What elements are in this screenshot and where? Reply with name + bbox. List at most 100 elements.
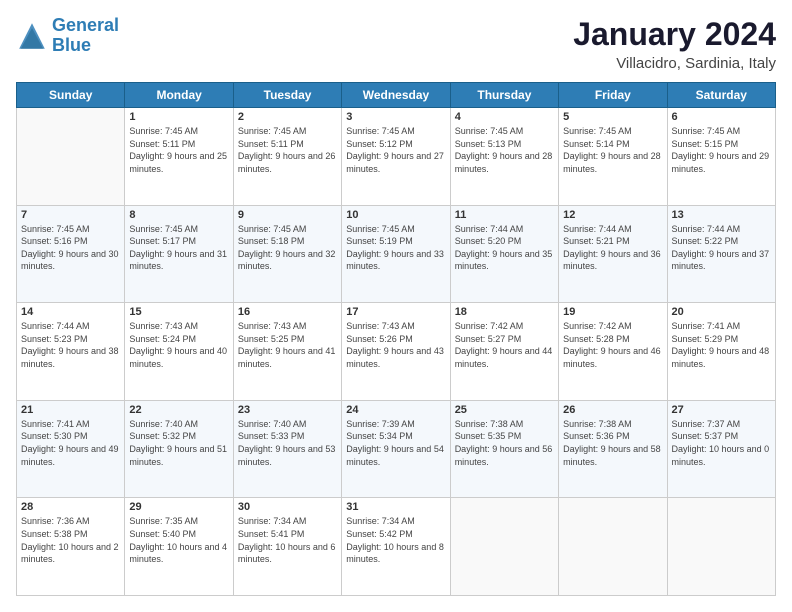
logo-line2: Blue — [52, 35, 91, 55]
day-info: Sunrise: 7:44 AMSunset: 5:20 PMDaylight:… — [455, 223, 554, 273]
day-info: Sunrise: 7:44 AMSunset: 5:23 PMDaylight:… — [21, 320, 120, 370]
day-info: Sunrise: 7:45 AMSunset: 5:16 PMDaylight:… — [21, 223, 120, 273]
calendar-day-cell: 10 Sunrise: 7:45 AMSunset: 5:19 PMDayligh… — [342, 205, 450, 303]
day-number: 17 — [346, 306, 445, 318]
calendar-day-cell — [559, 498, 667, 596]
page: General Blue January 2024 Villacidro, Sa… — [0, 0, 792, 612]
calendar-day-cell: 17 Sunrise: 7:43 AMSunset: 5:26 PMDayligh… — [342, 303, 450, 401]
day-number: 8 — [129, 209, 228, 221]
day-info: Sunrise: 7:41 AMSunset: 5:30 PMDaylight:… — [21, 418, 120, 468]
day-number: 2 — [238, 111, 337, 123]
calendar-day-cell: 6Sunrise: 7:45 AMSunset: 5:15 PMDaylight… — [667, 108, 775, 206]
calendar-day-cell: 18Sunrise: 7:42 AMSunset: 5:27 PMDayligh… — [450, 303, 558, 401]
logo-icon — [16, 20, 48, 52]
calendar-day-header: Sunday — [17, 83, 125, 108]
day-info: Sunrise: 7:35 AMSunset: 5:40 PMDaylight:… — [129, 515, 228, 565]
calendar-day-cell: 27 Sunrise: 7:37 AMSunset: 5:37 PMDayligh… — [667, 400, 775, 498]
day-info: Sunrise: 7:34 AMSunset: 5:41 PMDaylight:… — [238, 515, 337, 565]
calendar-day-cell: 12Sunrise: 7:44 AMSunset: 5:21 PMDayligh… — [559, 205, 667, 303]
calendar-day-cell: 29 Sunrise: 7:35 AMSunset: 5:40 PMDayligh… — [125, 498, 233, 596]
day-info: Sunrise: 7:45 AMSunset: 5:15 PMDaylight:… — [672, 125, 771, 175]
day-number: 11 — [455, 209, 554, 221]
calendar-day-cell: 16Sunrise: 7:43 AMSunset: 5:25 PMDayligh… — [233, 303, 341, 401]
day-number: 23 — [238, 404, 337, 416]
calendar-day-cell: 26Sunrise: 7:38 AMSunset: 5:36 PMDayligh… — [559, 400, 667, 498]
day-number: 24 — [346, 404, 445, 416]
calendar-day-cell — [450, 498, 558, 596]
day-info: Sunrise: 7:43 AMSunset: 5:25 PMDaylight:… — [238, 320, 337, 370]
day-number: 4 — [455, 111, 554, 123]
calendar-day-cell: 9 Sunrise: 7:45 AMSunset: 5:18 PMDaylight… — [233, 205, 341, 303]
day-number: 31 — [346, 501, 445, 513]
day-info: Sunrise: 7:38 AMSunset: 5:35 PMDaylight:… — [455, 418, 554, 468]
day-number: 1 — [129, 111, 228, 123]
calendar-day-cell: 31 Sunrise: 7:34 AMSunset: 5:42 PMDayligh… — [342, 498, 450, 596]
day-info: Sunrise: 7:44 AMSunset: 5:21 PMDaylight:… — [563, 223, 662, 273]
day-number: 9 — [238, 209, 337, 221]
day-info: Sunrise: 7:44 AMSunset: 5:22 PMDaylight:… — [672, 223, 771, 273]
day-info: Sunrise: 7:37 AMSunset: 5:37 PMDaylight:… — [672, 418, 771, 468]
calendar-day-cell: 5 Sunrise: 7:45 AMSunset: 5:14 PMDaylight… — [559, 108, 667, 206]
calendar-day-header: Wednesday — [342, 83, 450, 108]
calendar-week-row: 28 Sunrise: 7:36 AMSunset: 5:38 PMDayligh… — [17, 498, 776, 596]
day-number: 19 — [563, 306, 662, 318]
day-info: Sunrise: 7:39 AMSunset: 5:34 PMDaylight:… — [346, 418, 445, 468]
day-number: 30 — [238, 501, 337, 513]
calendar-day-cell: 19Sunrise: 7:42 AMSunset: 5:28 PMDayligh… — [559, 303, 667, 401]
calendar-header-row: SundayMondayTuesdayWednesdayThursdayFrid… — [17, 83, 776, 108]
calendar-day-cell: 13Sunrise: 7:44 AMSunset: 5:22 PMDayligh… — [667, 205, 775, 303]
calendar-week-row: 21 Sunrise: 7:41 AMSunset: 5:30 PMDayligh… — [17, 400, 776, 498]
day-number: 20 — [672, 306, 771, 318]
calendar-week-row: 14Sunrise: 7:44 AMSunset: 5:23 PMDayligh… — [17, 303, 776, 401]
calendar-day-cell: 21 Sunrise: 7:41 AMSunset: 5:30 PMDayligh… — [17, 400, 125, 498]
calendar-day-header: Monday — [125, 83, 233, 108]
day-info: Sunrise: 7:45 AMSunset: 5:19 PMDaylight:… — [346, 223, 445, 273]
calendar-day-cell: 30 Sunrise: 7:34 AMSunset: 5:41 PMDayligh… — [233, 498, 341, 596]
calendar-day-cell — [667, 498, 775, 596]
day-info: Sunrise: 7:34 AMSunset: 5:42 PMDaylight:… — [346, 515, 445, 565]
day-number: 28 — [21, 501, 120, 513]
day-number: 5 — [563, 111, 662, 123]
calendar-day-cell: 3Sunrise: 7:45 AMSunset: 5:12 PMDaylight… — [342, 108, 450, 206]
calendar-week-row: 7 Sunrise: 7:45 AMSunset: 5:16 PMDaylight… — [17, 205, 776, 303]
calendar-day-cell: 1 Sunrise: 7:45 AMSunset: 5:11 PMDaylight… — [125, 108, 233, 206]
day-info: Sunrise: 7:43 AMSunset: 5:26 PMDaylight:… — [346, 320, 445, 370]
page-title: January 2024 — [573, 16, 776, 53]
day-number: 27 — [672, 404, 771, 416]
calendar-day-cell: 25 Sunrise: 7:38 AMSunset: 5:35 PMDayligh… — [450, 400, 558, 498]
day-info: Sunrise: 7:36 AMSunset: 5:38 PMDaylight:… — [21, 515, 120, 565]
day-number: 7 — [21, 209, 120, 221]
calendar-day-cell: 4 Sunrise: 7:45 AMSunset: 5:13 PMDaylight… — [450, 108, 558, 206]
calendar-day-header: Thursday — [450, 83, 558, 108]
day-number: 10 — [346, 209, 445, 221]
day-info: Sunrise: 7:45 AMSunset: 5:13 PMDaylight:… — [455, 125, 554, 175]
day-number: 29 — [129, 501, 228, 513]
page-subtitle: Villacidro, Sardinia, Italy — [573, 55, 776, 72]
day-number: 21 — [21, 404, 120, 416]
day-number: 25 — [455, 404, 554, 416]
day-info: Sunrise: 7:45 AMSunset: 5:17 PMDaylight:… — [129, 223, 228, 273]
day-info: Sunrise: 7:45 AMSunset: 5:14 PMDaylight:… — [563, 125, 662, 175]
calendar-day-cell: 20 Sunrise: 7:41 AMSunset: 5:29 PMDayligh… — [667, 303, 775, 401]
logo: General Blue — [16, 16, 119, 56]
day-info: Sunrise: 7:45 AMSunset: 5:11 PMDaylight:… — [238, 125, 337, 175]
header: General Blue January 2024 Villacidro, Sa… — [16, 16, 776, 72]
calendar-day-cell: 14Sunrise: 7:44 AMSunset: 5:23 PMDayligh… — [17, 303, 125, 401]
day-number: 22 — [129, 404, 228, 416]
day-info: Sunrise: 7:43 AMSunset: 5:24 PMDaylight:… — [129, 320, 228, 370]
day-info: Sunrise: 7:45 AMSunset: 5:18 PMDaylight:… — [238, 223, 337, 273]
calendar-day-cell: 2 Sunrise: 7:45 AMSunset: 5:11 PMDaylight… — [233, 108, 341, 206]
calendar-day-cell: 24 Sunrise: 7:39 AMSunset: 5:34 PMDayligh… — [342, 400, 450, 498]
calendar-day-header: Tuesday — [233, 83, 341, 108]
calendar-day-cell: 28 Sunrise: 7:36 AMSunset: 5:38 PMDayligh… — [17, 498, 125, 596]
day-info: Sunrise: 7:45 AMSunset: 5:11 PMDaylight:… — [129, 125, 228, 175]
day-info: Sunrise: 7:40 AMSunset: 5:33 PMDaylight:… — [238, 418, 337, 468]
day-number: 26 — [563, 404, 662, 416]
day-info: Sunrise: 7:45 AMSunset: 5:12 PMDaylight:… — [346, 125, 445, 175]
calendar-day-cell: 7 Sunrise: 7:45 AMSunset: 5:16 PMDaylight… — [17, 205, 125, 303]
calendar-day-header: Saturday — [667, 83, 775, 108]
logo-text: General Blue — [52, 16, 119, 56]
calendar-day-cell: 11 Sunrise: 7:44 AMSunset: 5:20 PMDayligh… — [450, 205, 558, 303]
day-info: Sunrise: 7:41 AMSunset: 5:29 PMDaylight:… — [672, 320, 771, 370]
calendar-day-cell — [17, 108, 125, 206]
